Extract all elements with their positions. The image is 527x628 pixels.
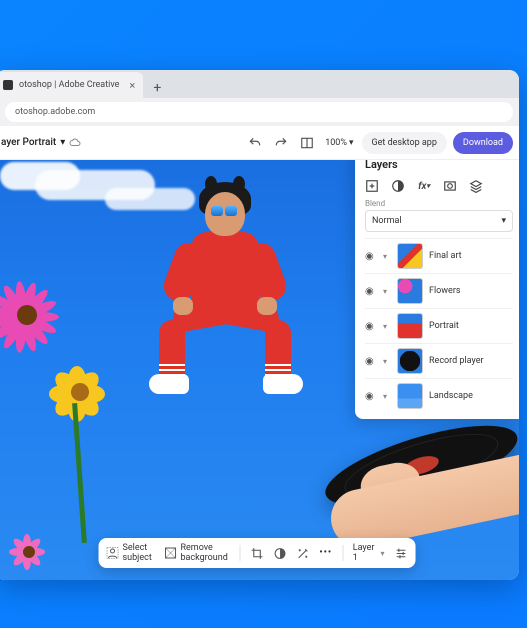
layers-panel-toolbar: fx▾ <box>365 179 513 193</box>
browser-tab-strip: otoshop | Adobe Creative × + <box>0 70 519 98</box>
layer-name: Final art <box>429 251 462 261</box>
blend-mode-value: Normal <box>372 216 402 226</box>
get-desktop-label: Get desktop app <box>372 138 437 148</box>
select-subject-icon <box>107 546 119 560</box>
chevron-down-icon[interactable]: ▾ <box>383 357 391 366</box>
chevron-down-icon[interactable]: ▾ <box>383 252 391 261</box>
select-subject-label: Select subject <box>123 543 155 563</box>
adjustment-icon[interactable] <box>391 179 405 193</box>
flower-pink-small <box>9 532 49 572</box>
layer-thumbnail <box>397 313 423 339</box>
undo-button[interactable] <box>245 133 265 153</box>
file-name-text: ayer Portrait <box>1 137 56 148</box>
mask-icon[interactable] <box>443 179 457 193</box>
active-layer-label: Layer 1 <box>353 543 375 563</box>
layers-panel-title: Layers <box>365 160 513 171</box>
chevron-down-icon[interactable]: ▾ <box>383 392 391 401</box>
cloud-sync-icon <box>69 138 81 148</box>
blend-mode-select[interactable]: Normal ▾ <box>365 210 513 232</box>
portrait-person <box>145 192 305 422</box>
chevron-down-icon[interactable]: ▾ <box>383 322 391 331</box>
layer-name: Landscape <box>429 391 473 401</box>
visibility-icon[interactable]: ◉ <box>365 286 377 297</box>
zoom-value: 100% <box>325 138 347 148</box>
download-label: Download <box>463 138 503 148</box>
layer-thumbnail <box>397 348 423 374</box>
layer-name: Record player <box>429 356 484 366</box>
layer-thumbnail <box>397 383 423 409</box>
chevron-down-icon[interactable]: ▾ <box>383 287 391 296</box>
layer-row[interactable]: ◉ ▾ Record player <box>365 343 513 378</box>
redo-button[interactable] <box>271 133 291 153</box>
divider <box>240 545 241 561</box>
url-text: otoshop.adobe.com <box>15 107 95 117</box>
device-frame: otoshop | Adobe Creative × + otoshop.ado… <box>0 70 519 580</box>
panel-toggle-icon[interactable] <box>297 133 317 153</box>
browser-tab-title: otoshop | Adobe Creative <box>19 80 119 90</box>
layer-name: Portrait <box>429 321 459 331</box>
canvas[interactable]: Layers fx▾ Blend Normal ▾ ◉ ▾ Final art … <box>0 160 519 580</box>
divider <box>342 545 343 561</box>
layer-thumbnail <box>397 243 423 269</box>
layer-row[interactable]: ◉ ▾ Portrait <box>365 308 513 343</box>
add-layer-icon[interactable] <box>365 179 379 193</box>
visibility-icon[interactable]: ◉ <box>365 321 377 332</box>
tab-favicon-icon <box>3 80 13 90</box>
select-subject-button[interactable]: Select subject <box>107 543 155 563</box>
visibility-icon[interactable]: ◉ <box>365 356 377 367</box>
layer-row[interactable]: ◉ ▾ Final art <box>365 238 513 273</box>
browser-address-bar: otoshop.adobe.com <box>0 98 519 126</box>
adjust-icon[interactable] <box>273 547 286 560</box>
cloud-shape <box>0 162 80 190</box>
layer-row[interactable]: ◉ ▾ Flowers <box>365 273 513 308</box>
chevron-down-icon: ▾ <box>60 137 65 148</box>
remove-background-icon <box>164 546 176 560</box>
blend-label: Blend <box>365 199 513 208</box>
url-field[interactable]: otoshop.adobe.com <box>5 102 513 122</box>
more-actions-button[interactable]: ••• <box>319 548 332 558</box>
new-tab-button[interactable]: + <box>147 78 167 98</box>
download-button[interactable]: Download <box>453 132 513 154</box>
layer-name: Flowers <box>429 286 461 296</box>
stack-icon[interactable] <box>469 179 483 193</box>
active-layer-dropdown[interactable]: Layer 1 <box>353 543 385 563</box>
flower-pink <box>0 272 73 362</box>
properties-icon[interactable] <box>394 547 407 560</box>
contextual-action-bar: Select subject Remove background ••• Lay… <box>99 538 416 568</box>
chevron-down-icon: ▾ <box>349 138 354 148</box>
chevron-down-icon: ▾ <box>501 216 506 226</box>
layer-thumbnail <box>397 278 423 304</box>
get-desktop-app-button[interactable]: Get desktop app <box>362 132 447 154</box>
remove-background-label: Remove background <box>180 543 229 563</box>
crop-icon[interactable] <box>250 547 263 560</box>
flower-yellow <box>43 355 118 430</box>
layer-row[interactable]: ◉ ▾ Landscape <box>365 378 513 413</box>
close-tab-icon[interactable]: × <box>129 79 135 92</box>
remove-background-button[interactable]: Remove background <box>164 543 229 563</box>
layers-panel: Layers fx▾ Blend Normal ▾ ◉ ▾ Final art … <box>355 160 519 419</box>
visibility-icon[interactable]: ◉ <box>365 251 377 262</box>
app-toolbar: ayer Portrait ▾ 100% ▾ Get desktop app D… <box>0 126 519 160</box>
file-name-dropdown[interactable]: ayer Portrait ▾ <box>1 137 81 148</box>
visibility-icon[interactable]: ◉ <box>365 391 377 402</box>
browser-tab[interactable]: otoshop | Adobe Creative × <box>0 72 143 98</box>
zoom-dropdown[interactable]: 100% ▾ <box>323 138 355 148</box>
magic-wand-icon[interactable] <box>296 547 309 560</box>
fx-icon[interactable]: fx▾ <box>417 179 431 193</box>
browser-chrome: otoshop | Adobe Creative × + otoshop.ado… <box>0 70 519 126</box>
